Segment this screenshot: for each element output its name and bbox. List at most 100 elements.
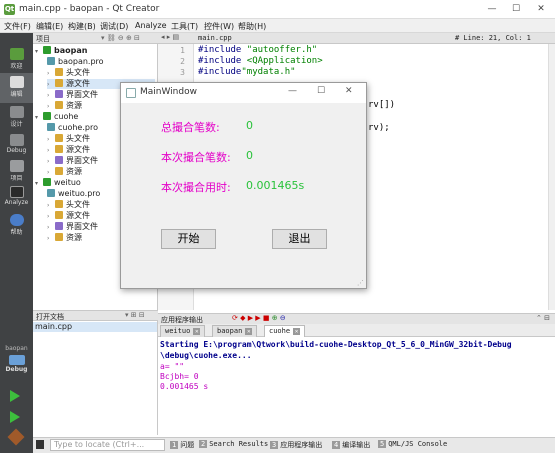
resource-folder-icon — [55, 167, 63, 175]
output-line: \debug\cuohe.exe... — [160, 351, 252, 360]
expand-arrow-icon[interactable]: › — [47, 102, 55, 112]
tree-item-folder[interactable]: › 头文件 — [47, 134, 90, 144]
maximize-button[interactable]: ☐ — [506, 2, 526, 16]
expand-arrow-icon[interactable]: › — [47, 157, 55, 167]
minimize-button[interactable]: — — [288, 86, 297, 96]
issues-pane-button[interactable]: 1 问题 — [170, 440, 194, 450]
menu-help[interactable]: 帮助(H) — [238, 21, 266, 32]
tree-item-folder[interactable]: › 头文件 — [47, 68, 90, 78]
expand-arrow-icon[interactable]: › — [47, 91, 55, 101]
start-button[interactable]: 开始 — [161, 229, 216, 249]
output-tabs: weituo ✕ baopan ✕ cuohe ✕ — [158, 324, 555, 337]
output-tab[interactable]: baopan ✕ — [212, 325, 258, 337]
current-match-label: 本次撮合笔数: — [161, 151, 231, 164]
tree-item-pro-file[interactable]: cuohe.pro — [47, 123, 98, 133]
editor-toolbar: ◂ ▸ ▤ main.cpp # Line: 21, Col: 1 — [158, 33, 555, 44]
sidebar-toggle-icon[interactable] — [36, 440, 44, 449]
editor-file-tab[interactable]: main.cpp — [198, 34, 232, 42]
menu-build[interactable]: 构建(B) — [68, 21, 96, 32]
output-tab[interactable]: weituo ✕ — [160, 325, 206, 337]
expand-arrow-icon[interactable]: ▾ — [35, 179, 43, 189]
qml-console-button[interactable]: 5 QML/JS Console — [378, 440, 447, 448]
output-line: 0.001465 s — [160, 382, 209, 391]
pro-file-icon — [47, 57, 55, 65]
expand-arrow-icon[interactable]: ▾ — [35, 47, 43, 57]
code-line: rv); — [368, 123, 390, 133]
run-icon[interactable] — [10, 390, 20, 402]
close-tab-icon[interactable]: ✕ — [245, 328, 253, 335]
minimize-button[interactable]: — — [482, 2, 502, 16]
debug-run-icon[interactable] — [10, 411, 20, 423]
tree-item-folder[interactable]: › 资源 — [47, 101, 82, 111]
expand-arrow-icon[interactable]: › — [47, 146, 55, 156]
folder-icon — [55, 79, 63, 87]
tree-item-folder[interactable]: › 源文件 — [47, 145, 90, 155]
mode-analyze[interactable]: Analyze — [0, 183, 33, 213]
menu-analyze[interactable]: Analyze — [135, 21, 167, 30]
close-tab-icon[interactable]: ✕ — [293, 328, 301, 335]
mode-help[interactable]: 帮助 — [0, 211, 33, 241]
expand-arrow-icon[interactable]: › — [47, 223, 55, 233]
close-button[interactable]: ✕ — [345, 86, 353, 96]
search-results-button[interactable]: 2 Search Results — [199, 440, 268, 448]
tree-item-folder[interactable]: › 源文件 — [47, 211, 90, 221]
code-line: rv[]) — [368, 100, 396, 110]
expand-arrow-icon[interactable]: ▾ — [35, 113, 43, 123]
app-output-button[interactable]: 3 应用程序输出 — [270, 440, 322, 450]
menu-debug[interactable]: 调试(D) — [100, 21, 128, 32]
locator-input[interactable]: Type to locate (Ctrl+... — [50, 439, 165, 451]
menu-edit[interactable]: 编辑(E) — [36, 21, 63, 32]
expand-arrow-icon[interactable]: › — [47, 168, 55, 178]
tree-item-project[interactable]: ▾ cuohe — [35, 112, 78, 122]
expand-arrow-icon[interactable]: › — [47, 135, 55, 145]
tree-item-folder[interactable]: › 资源 — [47, 167, 82, 177]
menu-widgets[interactable]: 控件(W) — [204, 21, 234, 32]
mode-design[interactable]: 设计 — [0, 103, 33, 133]
resize-grip-icon[interactable]: ⋰ — [357, 279, 364, 287]
expand-arrow-icon[interactable]: › — [47, 234, 55, 244]
build-icon[interactable] — [7, 428, 25, 446]
output-tab-active[interactable]: cuohe ✕ — [264, 325, 306, 337]
tree-item-folder[interactable]: › 头文件 — [47, 200, 90, 210]
design-icon — [9, 106, 24, 118]
output-controls-icon[interactable]: ⟳ ◆ ▶ ▶ ■ ⊕ ⊖ — [232, 314, 286, 322]
debug-icon — [9, 134, 24, 146]
nav-arrows-icon[interactable]: ◂ ▸ ▤ — [161, 33, 179, 41]
tree-item-project[interactable]: ▾ weituo — [35, 178, 81, 188]
close-button[interactable]: ✕ — [531, 2, 551, 16]
panel-options-icon[interactable]: ▾ ⊞ ⊟ — [125, 311, 145, 319]
menu-tools[interactable]: 工具(T) — [171, 21, 198, 32]
resource-folder-icon — [55, 233, 63, 241]
tree-item-pro-file[interactable]: baopan.pro — [47, 57, 104, 67]
output-line: Starting E:\program\Qtwork\build-cuohe-D… — [160, 340, 512, 349]
maximize-button[interactable]: ☐ — [317, 86, 325, 96]
code-line: #include "autooffer.h" — [198, 45, 318, 55]
open-document-item[interactable]: main.cpp — [33, 322, 157, 332]
current-match-value: 0 — [246, 149, 253, 162]
filter-icon[interactable]: ▾ ⛓ ⊖ ⊕ ⊟ — [101, 34, 140, 42]
exit-button[interactable]: 退出 — [272, 229, 327, 249]
expand-arrow-icon[interactable]: › — [47, 201, 55, 211]
compile-output-button[interactable]: 4 编译输出 — [332, 440, 370, 450]
tree-item-project[interactable]: ▾ baopan — [35, 46, 87, 56]
tree-item-folder[interactable]: › 界面文件 — [47, 90, 98, 100]
tree-item-folder[interactable]: › 资源 — [47, 233, 82, 243]
expand-arrow-icon[interactable]: › — [47, 212, 55, 222]
expand-arrow-icon[interactable]: › — [47, 80, 55, 90]
tree-item-folder[interactable]: › 界面文件 — [47, 156, 98, 166]
editor-scrollbar[interactable] — [548, 44, 555, 310]
tree-item-pro-file[interactable]: weituo.pro — [47, 189, 100, 199]
pro-file-icon — [47, 189, 55, 197]
mode-edit[interactable]: 编辑 — [0, 73, 33, 103]
tree-item-folder[interactable]: › 界面文件 — [47, 222, 98, 232]
mode-welcome[interactable]: 欢迎 — [0, 45, 33, 75]
menu-file[interactable]: 文件(F) — [4, 21, 31, 32]
output-panel-header: 应用程序输出 ⟳ ◆ ▶ ▶ ■ ⊕ ⊖ ⌃ ⊟ — [158, 313, 555, 324]
kit-selector[interactable]: baopan Debug — [0, 345, 33, 389]
total-match-value: 0 — [246, 119, 253, 132]
panel-resize-icon[interactable]: ⌃ ⊟ — [536, 314, 550, 322]
application-output[interactable]: Starting E:\program\Qtwork\build-cuohe-D… — [158, 337, 555, 435]
close-tab-icon[interactable]: ✕ — [193, 328, 201, 335]
expand-arrow-icon[interactable]: › — [47, 69, 55, 79]
projects-panel-title: 项目 — [36, 35, 50, 43]
